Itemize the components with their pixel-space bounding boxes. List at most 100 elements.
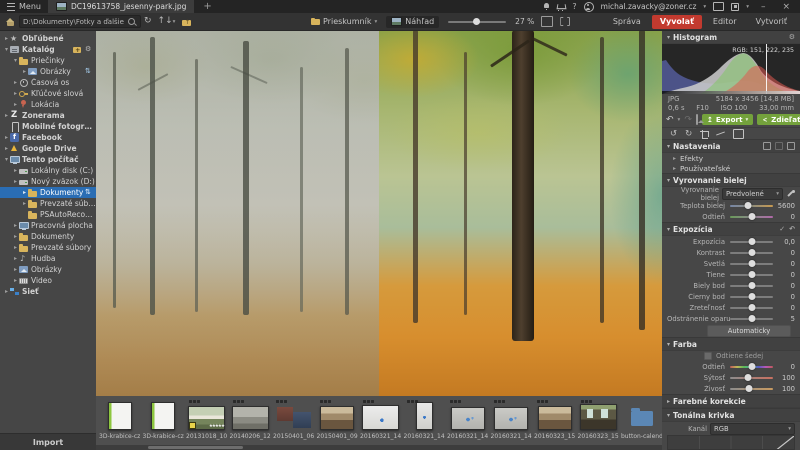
expand-arrow-icon[interactable]: ▸: [12, 275, 19, 286]
sidebar-item-lok-cia[interactable]: ▸Lokácia: [0, 99, 96, 110]
sidebar-item-facebook[interactable]: ▸Facebook: [0, 132, 96, 143]
sidebar-item-obr-zky[interactable]: ▸Obrázky: [0, 264, 96, 275]
expand-arrow-icon[interactable]: ▸: [12, 165, 19, 176]
filmstrip-item-20160321-143910[interactable]: 20160321_143910...: [447, 399, 488, 440]
thumbnail[interactable]: [143, 399, 184, 431]
eyedropper-icon[interactable]: [786, 189, 795, 198]
fullscreen-icon[interactable]: [731, 3, 739, 11]
filmstrip-item-20131018-105056[interactable]: ★★★★★20131018_105056...: [186, 399, 227, 440]
rotate-right-icon[interactable]: ↻: [685, 129, 692, 139]
expand-arrow-icon[interactable]: ▸: [3, 132, 10, 143]
filmstrip-item-20150401-090115[interactable]: 20150401_090115...: [317, 399, 358, 440]
folder-up-icon[interactable]: [182, 18, 191, 26]
show-original-icon[interactable]: [696, 114, 698, 125]
expand-arrow-icon[interactable]: ▸: [3, 33, 10, 44]
slider-track[interactable]: [730, 307, 773, 309]
thumbnail[interactable]: [578, 399, 619, 431]
filmstrip-item-20160323-151825[interactable]: 20160323_151825...: [578, 399, 619, 440]
sidebar-item-katal-g[interactable]: ▾Katalóg: [0, 44, 96, 55]
refresh-icon[interactable]: ↻: [141, 13, 155, 30]
sort-icon[interactable]: ↑↓▾: [155, 13, 179, 31]
zoom-slider[interactable]: [448, 21, 506, 23]
sidebar-item-ob-ben[interactable]: ▸Obľúbené: [0, 33, 96, 44]
sync-icon[interactable]: [84, 188, 93, 197]
slider-track[interactable]: [730, 252, 773, 254]
slider-thumb[interactable]: [748, 238, 755, 245]
sidebar-item-mobiln-fotografie[interactable]: Mobilné fotografie: [0, 121, 96, 132]
thumbnail[interactable]: [99, 399, 140, 431]
slider-thumb[interactable]: [746, 385, 753, 392]
sidebar-item-k-ov-slov[interactable]: ▸Kľúčové slová: [0, 88, 96, 99]
fullscreen-caret-icon[interactable]: ▾: [746, 4, 749, 10]
close-button[interactable]: ×: [777, 2, 795, 12]
collapse-arrow-icon[interactable]: ▾: [667, 412, 670, 419]
module-tab-spr-va[interactable]: Správa: [605, 15, 649, 29]
expand-arrow-icon[interactable]: ▸: [21, 187, 28, 198]
display-icon[interactable]: [713, 2, 724, 11]
gear-icon[interactable]: [84, 45, 93, 54]
slider-thumb[interactable]: [748, 282, 755, 289]
slider-thumb[interactable]: [748, 249, 755, 256]
path-input[interactable]: D:\Dokumenty\Fotky a ďalšie obrázky: [19, 15, 141, 28]
sidebar-item-asov-os[interactable]: ▸Časová os: [0, 77, 96, 88]
slider-track[interactable]: [730, 241, 773, 243]
help-button[interactable]: ?: [572, 2, 576, 11]
expand-arrow-icon[interactable]: ▸: [12, 220, 19, 231]
sidebar-item-zonerama[interactable]: ▸Zonerama: [0, 110, 96, 121]
slider-track[interactable]: [730, 274, 773, 276]
share-button[interactable]: < Zdieľať: [757, 114, 800, 125]
slider-track[interactable]: [730, 366, 773, 368]
undo-caret-icon[interactable]: ▾: [678, 117, 681, 123]
sidebar-item-google-drive[interactable]: ▸Google Drive: [0, 143, 96, 154]
thumbnail[interactable]: [534, 399, 575, 431]
expand-arrow-icon[interactable]: ▸: [3, 286, 10, 297]
sidebar-item-psautorecover[interactable]: PSAutoRecover: [0, 209, 96, 220]
slider-track[interactable]: [730, 263, 773, 265]
notifications-icon[interactable]: [543, 3, 550, 10]
account-icon[interactable]: [584, 2, 594, 12]
collapse-arrow-icon[interactable]: ▾: [667, 341, 670, 348]
tone-curve-editor[interactable]: [667, 435, 795, 450]
shop-cart-icon[interactable]: [557, 3, 565, 10]
user-presets-item[interactable]: ▸ Používateľské: [662, 163, 800, 173]
undo-icon[interactable]: ↶: [666, 115, 674, 125]
effects-item[interactable]: ▸ Efekty: [662, 153, 800, 163]
expand-arrow-icon[interactable]: ▸: [12, 231, 19, 242]
export-caret-icon[interactable]: ▾: [746, 117, 749, 123]
account-caret-icon[interactable]: ▾: [703, 4, 706, 10]
new-tab-button[interactable]: +: [194, 1, 220, 12]
slider-track[interactable]: [730, 216, 773, 218]
slider-track[interactable]: [730, 388, 773, 390]
sidebar-item-nov-zv-zok-d[interactable]: ▸Nový zväzok (D:): [0, 176, 96, 187]
slider-track[interactable]: [730, 296, 773, 298]
zoom-slider-thumb[interactable]: [473, 18, 480, 25]
color-correction-header[interactable]: ▸ Farebné korekcie: [662, 394, 800, 408]
filmstrip-item-20140206-123706[interactable]: 20140206_123706...: [230, 399, 271, 440]
import-button[interactable]: Import: [0, 433, 96, 450]
sidebar-item-video[interactable]: ▸Video: [0, 275, 96, 286]
histogram-header[interactable]: ▾ Histogram ⚙: [662, 30, 800, 44]
thumbnail[interactable]: [404, 399, 445, 431]
sidebar-item-sie[interactable]: ▸Sieť: [0, 286, 96, 297]
slider-thumb[interactable]: [748, 260, 755, 267]
expand-arrow-icon[interactable]: ▸: [667, 398, 670, 405]
slider-track[interactable]: [730, 285, 773, 287]
canvas-icon[interactable]: [733, 129, 744, 139]
slider-thumb[interactable]: [745, 202, 752, 209]
slider-thumb[interactable]: [745, 374, 752, 381]
color-header[interactable]: ▾ Farba: [662, 337, 800, 351]
preview-view-button[interactable]: Náhľad: [386, 16, 439, 28]
settings-header[interactable]: ▾ Nastavenia: [662, 139, 800, 153]
module-tab-vytvori[interactable]: Vytvoriť: [748, 15, 795, 29]
actual-size-icon[interactable]: [560, 17, 570, 26]
copy-settings-icon[interactable]: [763, 142, 771, 150]
slider-thumb[interactable]: [748, 271, 755, 278]
module-tab-editor[interactable]: Editor: [705, 15, 745, 29]
straighten-icon[interactable]: [716, 130, 725, 138]
folder-plus-icon[interactable]: [73, 45, 82, 54]
slider-track[interactable]: [730, 318, 773, 320]
menu-button[interactable]: Menu: [0, 0, 48, 13]
sidebar-item-lok-lny-disk-c[interactable]: ▸Lokálny disk (C:): [0, 165, 96, 176]
collapse-arrow-icon[interactable]: ▾: [12, 55, 19, 66]
thumbnail[interactable]: [621, 399, 662, 431]
